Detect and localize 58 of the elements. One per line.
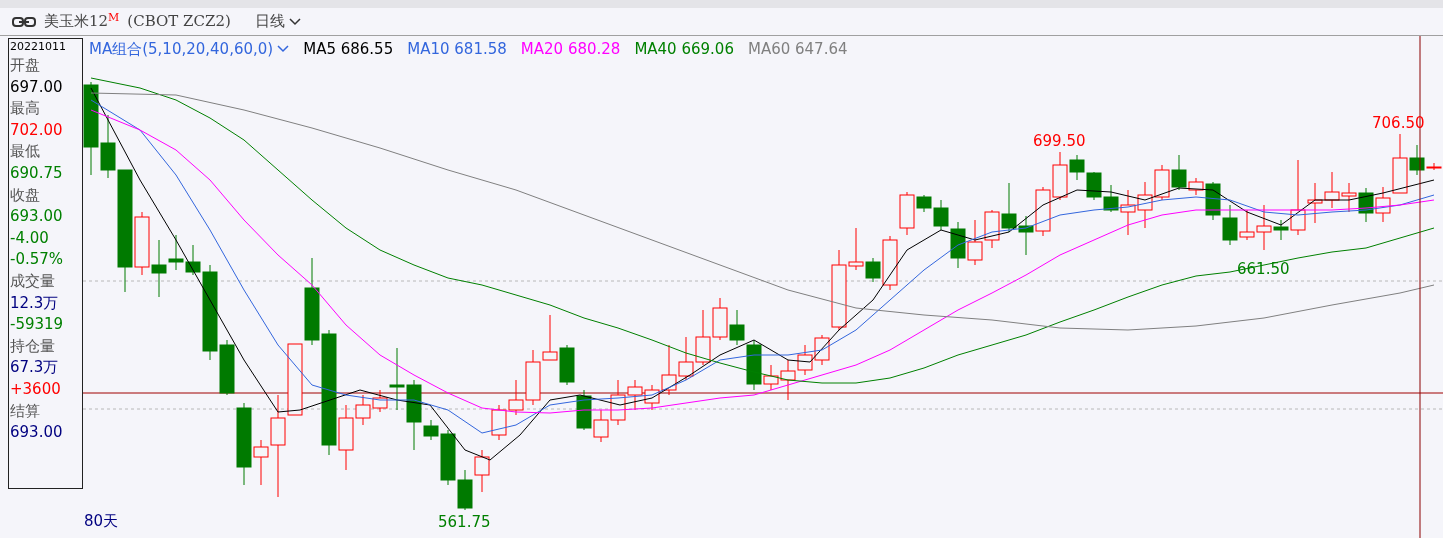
- price-label: 699.50: [1033, 131, 1086, 152]
- field-label: 持仓量: [10, 335, 56, 357]
- chevron-down-icon: [277, 45, 290, 54]
- ma-legend-text: MA10 681.58: [407, 39, 507, 60]
- field-value: -0.57%: [10, 249, 65, 271]
- field-label: 最高: [10, 98, 41, 120]
- price-label: 661.50: [1237, 259, 1290, 280]
- candlestick: [797, 344, 813, 376]
- candlestick: [984, 209, 1000, 249]
- field-value: -59319: [10, 314, 65, 336]
- field-label: 开盘: [10, 55, 41, 76]
- candlestick: [1324, 171, 1340, 209]
- candlestick: [457, 469, 473, 511]
- field-value: 693.00: [10, 422, 64, 444]
- price-label: 706.50: [1372, 113, 1425, 134]
- candlestick: [712, 297, 728, 341]
- field-label: 收盘: [10, 184, 41, 206]
- link-icon[interactable]: [12, 16, 36, 27]
- field-value: 67.3万: [10, 357, 60, 379]
- ma-legend-text: MA40 669.06: [634, 39, 734, 60]
- candlestick: [593, 409, 609, 443]
- field-value: +3600: [10, 378, 62, 400]
- candlestick: [1222, 204, 1238, 246]
- ma-legend-text: MA60 647.64: [747, 39, 848, 60]
- range-label: 80天: [84, 511, 119, 532]
- candlestick: [1137, 181, 1153, 229]
- candlestick: [542, 314, 558, 361]
- field-value: 12.3万: [10, 292, 60, 314]
- candlestick: [491, 404, 507, 441]
- field-value: 697.00: [10, 76, 64, 98]
- date-text: 20221011: [10, 39, 67, 55]
- candlestick: [1154, 164, 1170, 201]
- candlestick: [678, 336, 694, 381]
- indicator-dropdown[interactable]: MA组合(5,10,20,40,60,0): [89, 38, 290, 61]
- candlestick: [474, 449, 490, 493]
- candlestick: [559, 344, 575, 386]
- field-label: 成交量: [10, 270, 56, 292]
- field-label: 最低: [10, 141, 41, 163]
- candlestick: [695, 309, 711, 366]
- candlestick: [1035, 186, 1051, 237]
- candlestick: [729, 309, 745, 346]
- candlestick: [814, 334, 830, 366]
- field-value: 690.75: [10, 162, 64, 184]
- candlestick: [1018, 215, 1034, 256]
- instrument-title: 美玉米12$^{M}$: [44, 10, 120, 33]
- ma-legend-text: MA20 680.28: [520, 39, 621, 60]
- field-label: 结算: [10, 400, 41, 422]
- field-value: -4.00: [10, 227, 50, 249]
- ma-legend-text: MA5 686.55: [303, 39, 394, 60]
- instrument-code: (CBOT ZCZ2): [127, 11, 231, 33]
- candlestick: [1358, 187, 1374, 223]
- field-value: 702.00: [10, 119, 64, 141]
- period-dropdown[interactable]: 日线: [254, 10, 301, 33]
- chevron-down-icon: [288, 17, 301, 26]
- field-value: 693.00: [10, 206, 64, 228]
- candlestick: [1086, 171, 1102, 201]
- price-label: 561.75: [438, 512, 491, 533]
- candlestick: [967, 219, 983, 266]
